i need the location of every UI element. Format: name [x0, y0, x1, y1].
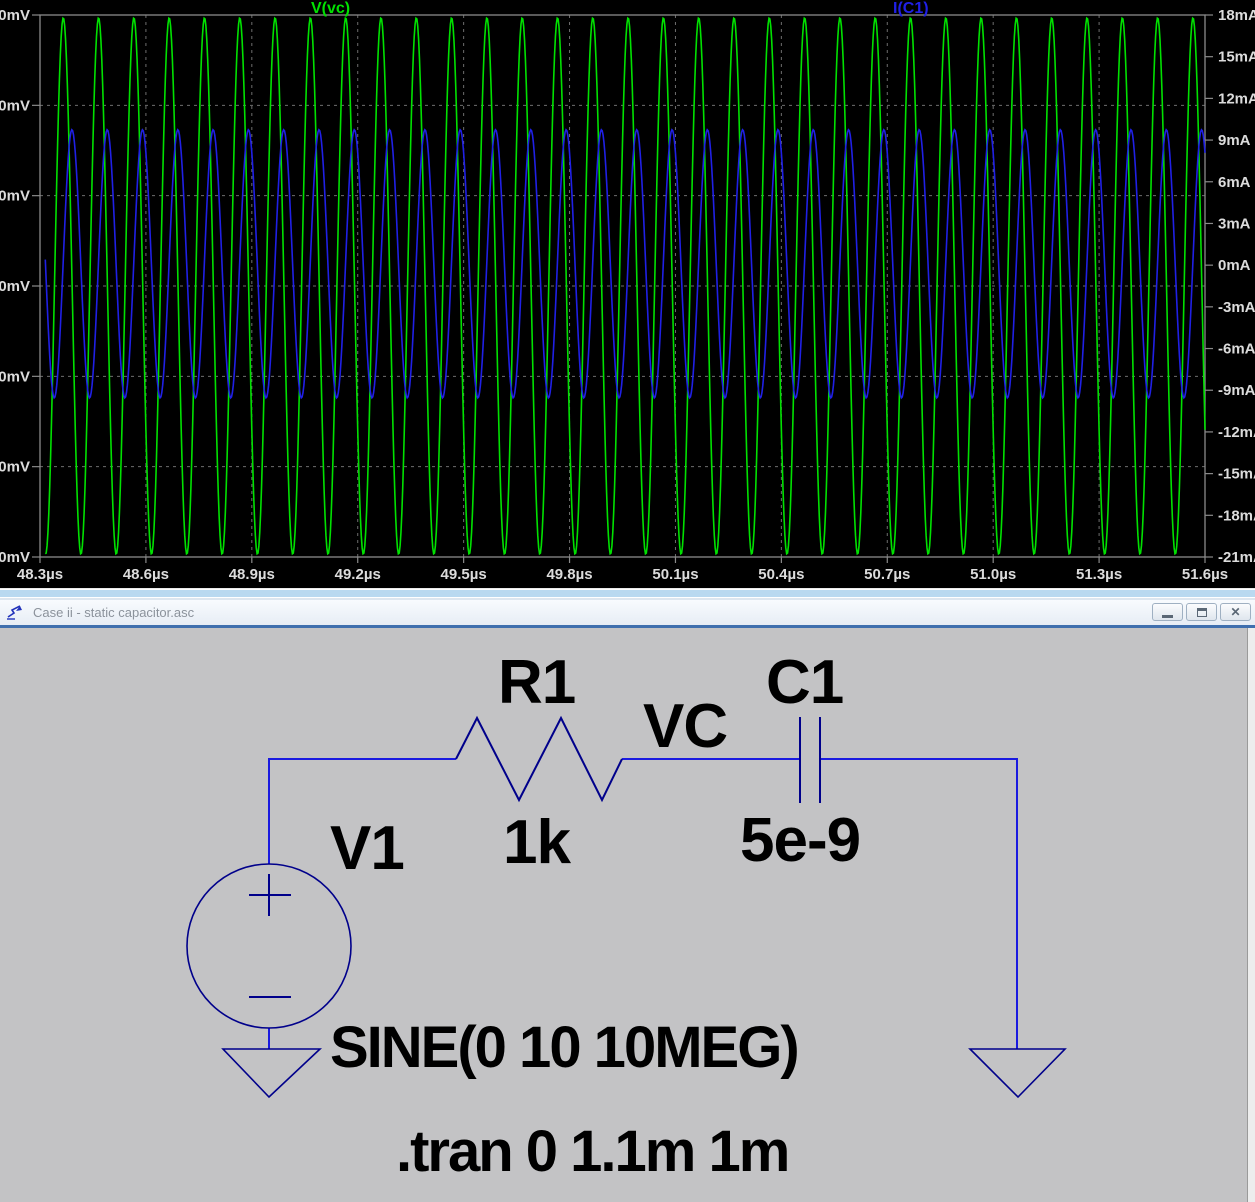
- trace-ic1: [45, 130, 1205, 398]
- window-right-edge: [1247, 628, 1255, 1202]
- capacitor-symbol[interactable]: [800, 717, 820, 803]
- ground-icon-right[interactable]: [970, 1049, 1065, 1097]
- waveform-plot[interactable]: 48.3µs 48.6µs 48.9µs 49.2µs 49.5µs 49.8µs 50.1…: [0, 0, 1255, 588]
- spice-directive-label[interactable]: .tran 0 1.1m 1m: [396, 1123, 788, 1181]
- y-right-tick-label: -21mA: [1218, 549, 1255, 566]
- resistor-ref-label[interactable]: R1: [498, 652, 575, 714]
- ltspice-app: 48.3µs 48.6µs 48.9µs 49.2µs 49.5µs 49.8µs 50.1…: [0, 0, 1255, 1202]
- restore-button[interactable]: [1186, 603, 1217, 621]
- source-value-label[interactable]: SINE(0 10 10MEG): [330, 1019, 798, 1077]
- resistor-value-label[interactable]: 1k: [503, 812, 570, 874]
- x-tick-label: 48.3µs: [17, 566, 63, 583]
- y-right-tick-label: -18mA: [1218, 507, 1255, 524]
- source-ref-label[interactable]: V1: [330, 818, 404, 880]
- legend-trace-ic1[interactable]: I(C1): [893, 0, 929, 18]
- restore-icon: [1197, 608, 1207, 617]
- x-tick-label: 50.7µs: [864, 566, 910, 583]
- window-title-bar[interactable]: Case ii - static capacitor.asc ✕: [0, 600, 1255, 625]
- x-tick-label: 51.3µs: [1076, 566, 1122, 583]
- wire-capacitor-to-ground: [820, 759, 1017, 1049]
- y-right-tick-label: -3mA: [1218, 299, 1255, 316]
- y-right-tick-label: -15mA: [1218, 466, 1255, 483]
- y-right-tick-label: 3mA: [1218, 215, 1251, 232]
- y-right-tick-label: 15mA: [1218, 49, 1255, 66]
- x-tick-label: 49.8µs: [546, 566, 592, 583]
- capacitor-value-label[interactable]: 5e-9: [740, 810, 860, 872]
- minimize-button[interactable]: [1152, 603, 1183, 621]
- x-tick-label: 50.1µs: [652, 566, 698, 583]
- x-tick-label: 48.9µs: [229, 566, 275, 583]
- legend-trace-vvc[interactable]: V(vc): [311, 0, 350, 18]
- y-right-tick-label: -6mA: [1218, 341, 1255, 358]
- y-left-tick-label: 30mV: [0, 7, 30, 24]
- y-right-tick-label: 9mA: [1218, 132, 1251, 149]
- circuit-drawing: [0, 628, 1255, 1202]
- window-top-edge: [0, 588, 1255, 600]
- y-right-tick-label: 6mA: [1218, 174, 1251, 191]
- waveform-pane[interactable]: 48.3µs 48.6µs 48.9µs 49.2µs 49.5µs 49.8µs 50.1…: [0, 0, 1255, 588]
- voltage-source-symbol[interactable]: [187, 864, 351, 1028]
- resistor-symbol[interactable]: [456, 718, 622, 800]
- trace-vvc: [45, 18, 1205, 554]
- y-left-tick-label: 0mV: [0, 278, 30, 295]
- ground-icon-left[interactable]: [223, 1049, 320, 1097]
- minimize-icon: [1162, 615, 1173, 618]
- schematic-window: Case ii - static capacitor.asc ✕: [0, 588, 1255, 1202]
- x-tick-label: 49.5µs: [441, 566, 487, 583]
- wires: [269, 759, 1017, 1049]
- y-right-tick-label: 12mA: [1218, 90, 1255, 107]
- x-tick-label: 51.0µs: [970, 566, 1016, 583]
- net-label-vc[interactable]: VC: [643, 696, 727, 758]
- plus-icon: [249, 874, 291, 916]
- x-tick-label: 51.6µs: [1182, 566, 1228, 583]
- y-right-tick-label: -9mA: [1218, 382, 1255, 399]
- y-left-tick-label: -30mV: [0, 549, 30, 566]
- x-tick-label: 49.2µs: [335, 566, 381, 583]
- close-button[interactable]: ✕: [1220, 603, 1251, 621]
- capacitor-ref-label[interactable]: C1: [766, 652, 843, 714]
- y-left-tick-label: -20mV: [0, 459, 30, 476]
- schematic-canvas[interactable]: R1 1k VC C1 5e-9 V1 SINE(0 10 10MEG) .tr…: [0, 628, 1255, 1202]
- y-left-tick-label: -10mV: [0, 368, 30, 385]
- y-right-tick-label: -12mA: [1218, 424, 1255, 441]
- y-left-tick-label: 10mV: [0, 188, 30, 205]
- ltspice-schematic-icon[interactable]: [7, 604, 25, 621]
- window-controls: ✕: [1152, 603, 1251, 621]
- y-left-tick-label: 20mV: [0, 97, 30, 114]
- y-right-tick-label: 18mA: [1218, 7, 1255, 24]
- x-tick-label: 48.6µs: [123, 566, 169, 583]
- window-title: Case ii - static capacitor.asc: [33, 605, 194, 620]
- x-tick-label: 50.4µs: [758, 566, 804, 583]
- y-right-tick-label: 0mA: [1218, 257, 1251, 274]
- close-icon: ✕: [1230, 606, 1240, 618]
